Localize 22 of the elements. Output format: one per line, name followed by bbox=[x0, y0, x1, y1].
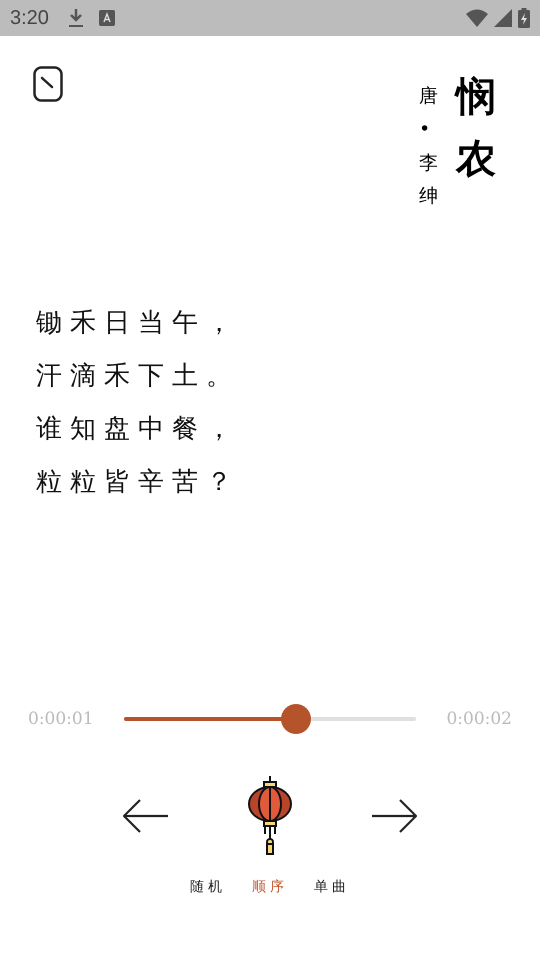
battery-icon bbox=[518, 8, 530, 28]
slider-thumb[interactable] bbox=[281, 704, 312, 734]
play-mode-option[interactable]: 顺序 bbox=[252, 878, 288, 896]
poem-line: 汗滴禾下土。 bbox=[36, 360, 241, 393]
previous-arrow-icon[interactable] bbox=[123, 799, 169, 833]
poem-author: 唐•李绅 bbox=[419, 84, 438, 209]
menu-icon[interactable] bbox=[33, 66, 63, 102]
signal-icon bbox=[494, 9, 512, 27]
total-time: 0:00:02 bbox=[445, 709, 512, 729]
play-mode-option[interactable]: 单曲 bbox=[314, 878, 350, 896]
keyboard-app-icon bbox=[98, 10, 115, 26]
elapsed-time: 0:00:01 bbox=[28, 709, 95, 729]
wifi-icon bbox=[466, 9, 488, 27]
status-time: 3:20 bbox=[10, 6, 49, 30]
poem-line: 粒粒皆辛苦？ bbox=[36, 466, 241, 499]
poem-line: 谁知盘中餐， bbox=[36, 413, 241, 446]
next-arrow-icon[interactable] bbox=[371, 799, 417, 833]
play-mode-option[interactable]: 随机 bbox=[190, 878, 226, 896]
poem-line: 锄禾日当午， bbox=[36, 307, 241, 340]
lantern-icon[interactable] bbox=[247, 776, 293, 856]
poem-title: 悯农 bbox=[456, 72, 496, 184]
download-icon bbox=[66, 8, 85, 28]
